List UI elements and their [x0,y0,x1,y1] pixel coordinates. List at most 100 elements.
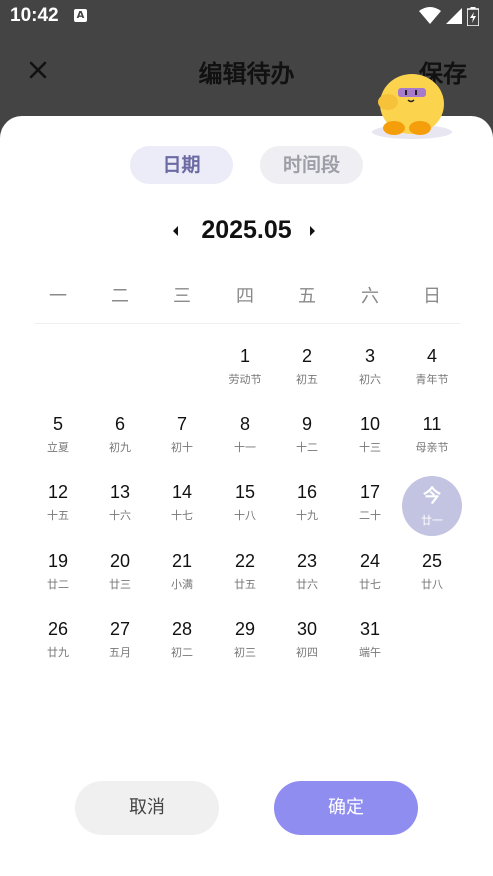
day-number: 21 [171,551,193,571]
accessibility-badge-icon: A [74,9,87,22]
day-cell[interactable]: 30 初四 [279,619,335,679]
day-cell[interactable]: 16 十九 [279,482,335,542]
date-picker-sheet: 日期 时间段 2025.05 一 二 三 四 五 六 日 1 劳动节 2 初五 3 初六 4 青年节 5 立夏… [0,116,493,876]
weekday-label: 日 [423,286,441,307]
lunar-label: 廿七 [359,578,381,591]
day-number: 31 [359,619,381,639]
day-cell[interactable]: 29 初三 [217,619,273,679]
day-cell[interactable]: 1 劳动节 [217,346,273,406]
day-cell[interactable]: 10 十三 [342,414,398,474]
day-cell[interactable]: 26 廿九 [30,619,86,679]
day-number: 14 [171,482,193,502]
day-cell[interactable]: 17 二十 [342,482,398,542]
day-number: 19 [47,551,69,571]
status-bar: 10:42 A [0,0,493,34]
day-number: 3 [364,346,375,366]
day-number: 1 [239,346,250,366]
lunar-label: 十八 [234,509,256,522]
weekday-label: 五 [298,286,316,307]
day-cell[interactable]: 15 十八 [217,482,273,542]
day-number: 10 [359,414,381,434]
lunar-label: 初六 [359,373,381,386]
day-number: 28 [171,619,193,639]
day-number: 27 [109,619,131,639]
day-cell[interactable]: 22 廿五 [217,551,273,611]
lunar-label: 十六 [109,509,131,522]
lunar-label: 廿五 [234,578,256,591]
day-number: 9 [301,414,312,434]
lunar-label: 初四 [296,646,318,659]
lunar-label: 初五 [296,373,318,386]
day-number: 7 [176,414,187,434]
lunar-label: 十一 [234,441,256,454]
cancel-button[interactable]: 取消 [75,781,219,835]
lunar-label: 廿三 [109,578,131,591]
weekday-label: 六 [361,286,379,307]
lunar-label: 初九 [109,441,131,454]
mascot-sticker [368,68,454,148]
wifi-icon [419,7,441,24]
prev-month-icon[interactable] [170,224,180,238]
status-icons [415,7,479,26]
day-number: 29 [234,619,256,639]
lunar-label: 劳动节 [228,373,262,386]
day-cell[interactable]: 14 十七 [154,482,210,542]
day-number: 26 [47,619,69,639]
day-cell[interactable]: 3 初六 [342,346,398,406]
lunar-label: 十九 [296,509,318,522]
day-cell[interactable]: 2 初五 [279,346,335,406]
day-number: 17 [359,482,381,502]
day-cell[interactable]: 23 廿六 [279,551,335,611]
day-cell[interactable]: 8 十一 [217,414,273,474]
lunar-label: 初二 [171,646,193,659]
lunar-label: 廿一 [421,514,443,527]
lunar-label: 廿二 [47,578,69,591]
day-cell[interactable]: 6 初九 [92,414,148,474]
day-number: 25 [421,551,443,571]
lunar-label: 廿六 [296,578,318,591]
lunar-label: 小满 [171,578,193,591]
lunar-label: 十三 [359,441,381,454]
day-cell[interactable]: 4 青年节 [404,346,460,406]
month-navigator: 2025.05 [0,212,493,252]
tab-time-period[interactable]: 时间段 [260,146,363,184]
day-cell[interactable]: 21 小满 [154,551,210,611]
lunar-label: 二十 [359,509,381,522]
day-number: 23 [296,551,318,571]
day-cell[interactable]: 5 立夏 [30,414,86,474]
day-cell[interactable]: 19 廿二 [30,551,86,611]
confirm-button[interactable]: 确定 [274,781,418,835]
day-cell[interactable]: 9 十二 [279,414,335,474]
day-number: 24 [359,551,381,571]
lunar-label: 廿九 [47,646,69,659]
lunar-label: 十七 [171,509,193,522]
day-cell-today[interactable]: 今廿一 [404,482,460,542]
lunar-label: 廿八 [421,578,443,591]
day-cell[interactable]: 11 母亲节 [404,414,460,474]
day-number: 15 [234,482,256,502]
signal-icon [446,8,462,24]
day-cell[interactable]: 20 廿三 [92,551,148,611]
day-cell[interactable]: 24 廿七 [342,551,398,611]
lunar-label: 初三 [234,646,256,659]
day-cell[interactable]: 31 端午 [342,619,398,679]
day-cell[interactable]: 27 五月 [92,619,148,679]
day-cell[interactable]: 13 十六 [92,482,148,542]
day-number: 16 [296,482,318,502]
day-cell[interactable]: 25 廿八 [404,551,460,611]
tab-date[interactable]: 日期 [130,146,233,184]
weekday-label: 四 [236,286,254,307]
weekday-label: 二 [111,286,129,307]
day-number: 2 [301,346,312,366]
lunar-label: 母亲节 [415,441,449,454]
day-number: 8 [239,414,250,434]
lunar-label: 初十 [171,441,193,454]
day-number: 4 [426,346,437,366]
next-month-icon[interactable] [308,224,318,238]
day-number: 5 [52,414,63,434]
day-cell[interactable]: 7 初十 [154,414,210,474]
day-number: 22 [234,551,256,571]
day-cell[interactable]: 12 十五 [30,482,86,542]
day-cell[interactable]: 28 初二 [154,619,210,679]
lunar-label: 端午 [359,646,381,659]
